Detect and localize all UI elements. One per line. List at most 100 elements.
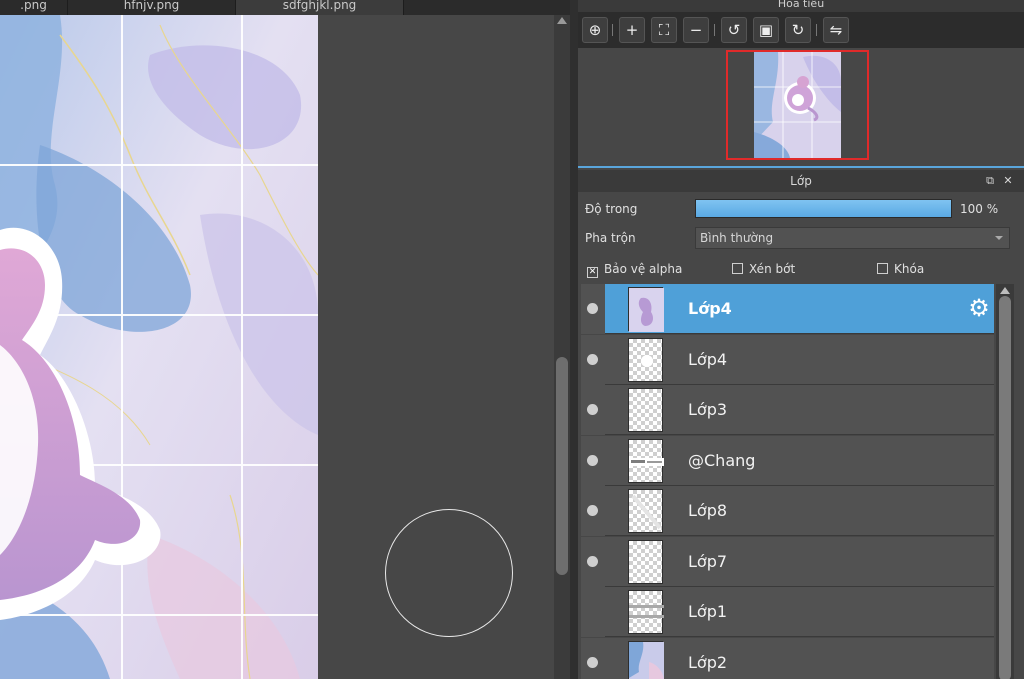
navigator-preview[interactable]: [578, 48, 1024, 166]
clipping-box: [732, 263, 743, 274]
toolbar-separator: [714, 24, 715, 36]
navigator-view-frame[interactable]: [726, 50, 869, 160]
layer-list: Lớp4 ⚙ Lớp4 Lớp3 @Chang Lớp8 Lớp7 Lớp1 Lớp2: [581, 284, 994, 679]
visibility-dot-icon: [587, 505, 598, 516]
protect-alpha-checkbox[interactable]: ✕ Bảo vệ alpha: [587, 262, 682, 278]
layer-thumbnail: [628, 388, 663, 432]
opacity-label: Độ trong: [585, 202, 638, 216]
visibility-dot-icon: [587, 656, 598, 668]
zoom-fit-button[interactable]: ⊕: [582, 17, 608, 43]
layer-visibility-toggle[interactable]: [581, 284, 605, 334]
layer-thumbnail: [628, 539, 663, 584]
layer-row[interactable]: Lớp4 ⚙: [581, 284, 994, 334]
layer-name: Lớp2: [688, 652, 728, 672]
visibility-dot-icon: [587, 404, 598, 415]
layer-row[interactable]: @Chang: [581, 435, 994, 486]
layer-name: Lớp1: [688, 602, 728, 621]
tab-sdfghjkl[interactable]: sdfghjkl.png: [236, 0, 404, 15]
layer-visibility-toggle[interactable]: [581, 536, 605, 587]
layer-thumbnail-art: [629, 605, 664, 618]
layer-thumbnail: [628, 640, 664, 679]
navigator-panel: Hoa tiêu ⊕ + ⛶ − ↺ ▣ ↻ ⇋: [578, 0, 1024, 166]
chevron-down-icon: [995, 236, 1003, 240]
canvas-scroll-thumb[interactable]: [556, 357, 568, 575]
layer-thumbnail-art: [629, 288, 664, 332]
layer-thumbnail: [628, 438, 664, 483]
actual-size-icon: ▣: [758, 21, 774, 39]
rotate-left-icon: ↺: [727, 21, 741, 39]
layer-name: @Chang: [688, 450, 756, 470]
layer-visibility-toggle[interactable]: [581, 334, 605, 385]
toolbar-separator: [612, 24, 613, 36]
zoom-out-icon: −: [689, 21, 703, 39]
fit-window-button[interactable]: ⛶: [651, 17, 677, 43]
fit-window-icon: ⛶: [658, 21, 670, 39]
zoom-fit-icon: ⊕: [588, 21, 602, 39]
clipping-label: Xén bớt: [749, 262, 796, 276]
layer-row[interactable]: Lớp7: [581, 536, 994, 587]
canvas-artwork: [0, 15, 318, 679]
layer-visibility-toggle[interactable]: [581, 637, 605, 679]
tab-png[interactable]: .png: [0, 0, 68, 15]
blend-mode-label: Pha trộn: [585, 231, 636, 245]
layer-row[interactable]: Lớp4: [581, 334, 994, 385]
layer-visibility-toggle[interactable]: [581, 587, 605, 637]
brush-cursor-circle: [385, 509, 513, 637]
document-tab-bar: .png hfnjv.png sdfghjkl.png: [0, 0, 578, 15]
layer-thumbnail-art: [629, 641, 664, 679]
protect-alpha-box: ✕: [587, 267, 598, 278]
opacity-slider[interactable]: [695, 199, 952, 218]
layer-visibility-toggle[interactable]: [581, 486, 605, 536]
blend-mode-select[interactable]: Bình thường: [695, 227, 1010, 249]
zoom-out-button[interactable]: −: [683, 17, 709, 43]
layer-row[interactable]: Lớp2: [581, 637, 994, 679]
undock-icon[interactable]: ⧉: [984, 175, 996, 187]
rotate-right-button[interactable]: ↻: [785, 17, 811, 43]
layer-visibility-toggle[interactable]: [581, 435, 605, 486]
flip-horizontal-button[interactable]: ⇋: [823, 17, 849, 43]
toolbar-separator: [816, 24, 817, 36]
layer-row[interactable]: Lớp1: [581, 587, 994, 637]
navigator-thumbnail: [728, 52, 867, 158]
panel-divider[interactable]: [570, 0, 578, 679]
lock-label: Khóa: [894, 262, 925, 276]
visibility-dot-icon: [587, 303, 598, 314]
navigator-title-text: Hoa tiêu: [777, 0, 825, 10]
drawing-canvas[interactable]: [0, 15, 318, 679]
layer-thumbnail: [628, 489, 663, 533]
layer-name: Lớp4: [688, 349, 728, 369]
layer-thumbnail: [628, 590, 664, 634]
layers-panel-title: Lớp: [790, 174, 812, 188]
layers-panel: Lớp ⧉ ✕ Độ trong 100 % Pha trộn Bình thư…: [578, 166, 1024, 679]
close-icon[interactable]: ✕: [1002, 175, 1014, 187]
gear-icon[interactable]: ⚙: [967, 296, 991, 320]
layer-row[interactable]: Lớp3: [581, 385, 994, 435]
layer-scroll-thumb[interactable]: [999, 296, 1011, 679]
zoom-in-icon: +: [625, 21, 639, 39]
layer-thumbnail: [628, 337, 663, 382]
lock-checkbox[interactable]: Khóa: [877, 262, 924, 276]
layer-thumbnail-art: [641, 354, 653, 367]
layer-name: Lớp7: [688, 551, 728, 571]
blend-mode-value: Bình thường: [700, 231, 774, 245]
rotate-right-icon: ↻: [791, 21, 805, 39]
layer-name: Lớp3: [688, 400, 728, 419]
visibility-dot-icon: [587, 353, 598, 365]
layer-list-scrollbar[interactable]: [996, 284, 1014, 679]
clipping-checkbox[interactable]: Xén bớt: [732, 262, 795, 276]
layer-visibility-toggle[interactable]: [581, 385, 605, 435]
scroll-up-arrow-icon[interactable]: [557, 17, 567, 24]
layer-thumbnail-art: [629, 457, 664, 466]
canvas-vertical-scrollbar[interactable]: [554, 15, 570, 679]
rotate-left-button[interactable]: ↺: [721, 17, 747, 43]
layers-panel-header: Lớp ⧉ ✕: [578, 170, 1024, 192]
zoom-in-button[interactable]: +: [619, 17, 645, 43]
scroll-up-arrow-icon[interactable]: [1000, 287, 1010, 294]
actual-size-button[interactable]: ▣: [753, 17, 779, 43]
tab-hfnjv[interactable]: hfnjv.png: [68, 0, 236, 15]
flip-horizontal-icon: ⇋: [829, 21, 843, 39]
visibility-dot-icon: [587, 454, 598, 466]
layer-row[interactable]: Lớp8: [581, 486, 994, 536]
navigator-toolbar: ⊕ + ⛶ − ↺ ▣ ↻ ⇋: [578, 12, 1024, 48]
layer-thumbnail: [628, 287, 664, 332]
